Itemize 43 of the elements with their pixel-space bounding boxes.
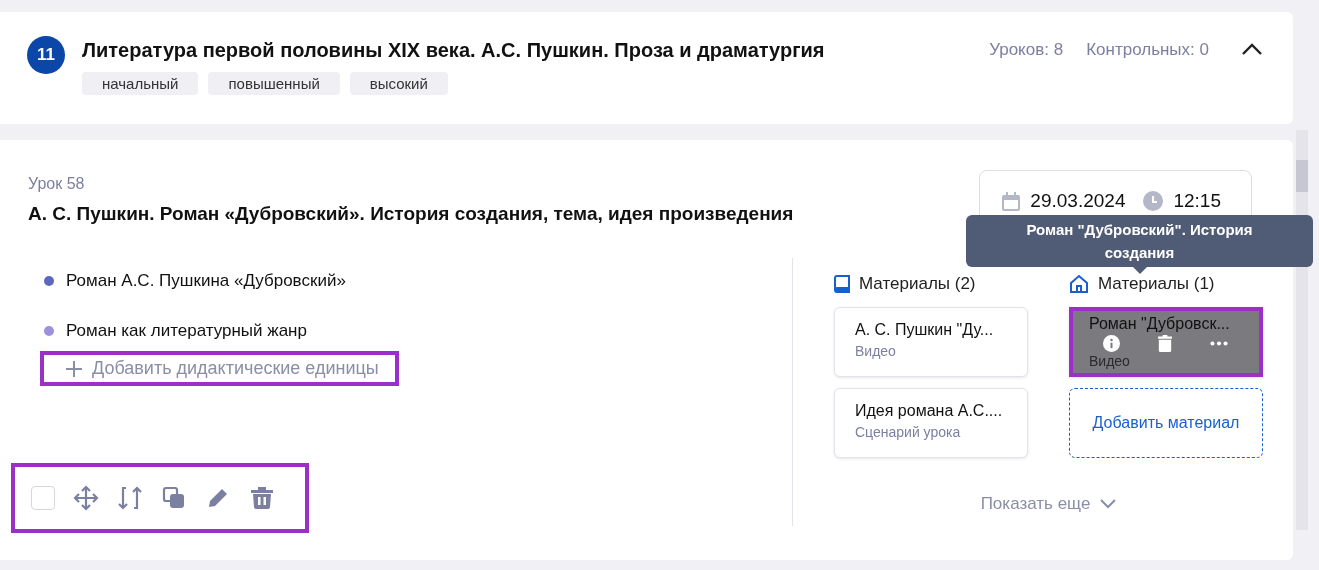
material-card[interactable]: Идея романа А.С.... Сценарий урока [834, 388, 1028, 458]
material-type: Видео [1089, 353, 1131, 369]
plus-icon [66, 360, 82, 377]
material-type: Видео [855, 343, 897, 359]
book-icon [834, 275, 850, 293]
module-title: Литература первой половины XIX века. А.С. Пушкин. Проза и драматургия [82, 38, 826, 63]
lessons-count: Уроков: 8 [989, 39, 1064, 61]
chevron-down-icon [1100, 499, 1117, 509]
add-material-button[interactable]: Добавить материал [1069, 388, 1263, 458]
unit-text: Роман как литературный жанр [66, 321, 307, 341]
more-icon[interactable] [1210, 340, 1228, 346]
clock-icon [1143, 191, 1164, 211]
lesson-number: Урок 58 [28, 175, 86, 193]
tooltip-arrow [1132, 267, 1147, 274]
add-units-button[interactable]: Добавить дидактические единицы [40, 351, 399, 386]
material-title: Идея романа А.С.... [855, 402, 1004, 420]
delete-icon[interactable] [1158, 334, 1172, 352]
level-tag: высокий [349, 72, 448, 95]
material-card[interactable]: А. С. Пушкин "Ду... Видео [834, 307, 1028, 377]
copy-icon[interactable] [161, 485, 187, 511]
lesson-title: А. С. Пушкин. Роман «Дубровский». История создания, тема, идея произведения [28, 203, 794, 225]
swap-icon[interactable] [117, 485, 143, 511]
show-more-button[interactable]: Показать еще [980, 494, 1117, 514]
material-title: Роман "Дубровск... [1089, 315, 1231, 333]
calendar-icon [1002, 191, 1021, 211]
material-type: Сценарий урока [855, 424, 962, 440]
time-value: 12:15 [1173, 190, 1221, 212]
module-number: 11 [27, 36, 65, 74]
materials-heading: Материалы (2) [859, 274, 976, 294]
unit-text: Роман А.С. Пушкина «Дубровский» [66, 271, 346, 291]
date-value: 29.03.2024 [1030, 190, 1126, 212]
move-icon[interactable] [73, 485, 99, 511]
material-card[interactable]: Роман "Дубровск... Видео [1069, 307, 1263, 377]
level-tag: начальный [82, 72, 199, 95]
materials-heading: Материалы (1) [1098, 274, 1215, 294]
info-icon[interactable] [1103, 334, 1120, 352]
select-checkbox[interactable] [31, 486, 55, 510]
material-title: А. С. Пушкин "Ду... [855, 321, 995, 339]
level-tag: повышенный [208, 72, 340, 95]
tooltip: Роман "Дубровский". История создания [966, 215, 1313, 267]
delete-icon[interactable] [249, 485, 275, 511]
tests-count: Контрольных: 0 [1086, 39, 1209, 61]
home-icon [1069, 274, 1089, 294]
